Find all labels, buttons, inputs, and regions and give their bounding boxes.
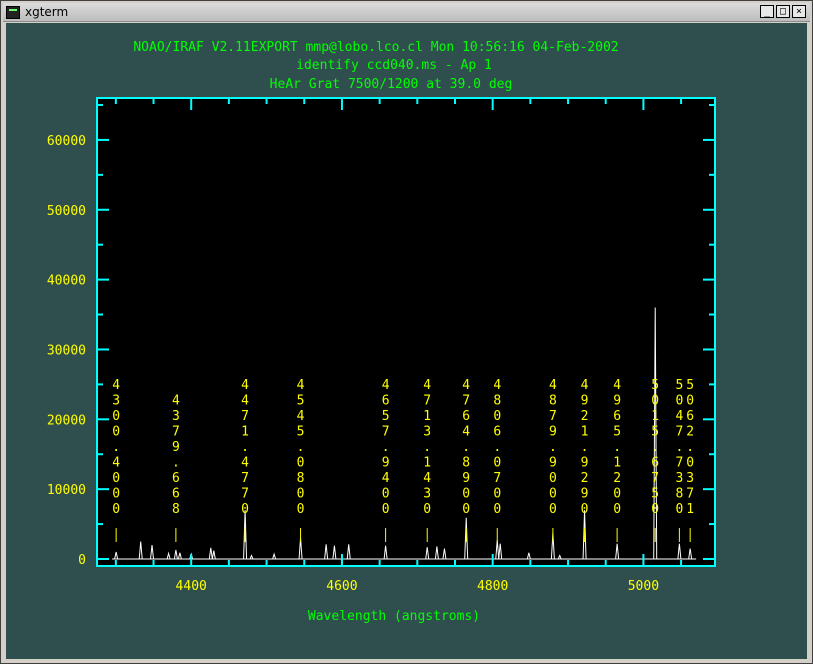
line-id-label: 4921.9290 [581,378,589,517]
y-tick-label: 50000 [47,204,86,219]
y-tick-label: 0 [78,553,86,568]
line-id-label: 5015.6750 [651,378,659,517]
line-id-label: 4965.1200 [613,378,621,517]
line-id-label: 5047.7380 [675,378,683,517]
x-tick-label: 5000 [628,579,659,594]
minimize-button[interactable]: _ [760,5,774,18]
line-id-label: 4713.1430 [423,378,431,517]
y-tick-label: 10000 [47,483,86,498]
header-line-3: HeAr Grat 7500/1200 at 39.0 deg [270,77,513,92]
y-tick-label: 20000 [47,413,86,428]
y-tick-label: 60000 [47,134,86,149]
window-title: xgterm [25,5,69,19]
line-id-label: 4471.4770 [241,378,249,517]
line-id-label: 4545.0800 [297,378,305,517]
x-tick-label: 4400 [176,579,207,594]
line-id-label: 4300.4000 [112,378,120,517]
line-id-label: 4764.8900 [462,378,470,517]
header-line-1: NOAO/IRAF V2.11EXPORT mmp@lobo.lco.cl Mo… [133,40,618,55]
x-axis-label: Wavelength (angstroms) [308,609,480,624]
plot-area [97,98,715,566]
y-tick-label: 30000 [47,343,86,358]
terminal-icon[interactable] [6,6,20,19]
terminal-area[interactable]: NOAO/IRAF V2.11EXPORT mmp@lobo.lco.cl Mo… [6,23,807,659]
x-tick-label: 4600 [326,579,357,594]
y-tick-label: 40000 [47,274,86,289]
close-button[interactable]: × [792,5,806,18]
spectrum-plot: NOAO/IRAF V2.11EXPORT mmp@lobo.lco.cl Mo… [47,40,716,624]
line-id-label: 4657.9400 [382,378,390,517]
line-id-label: 5062.0371 [686,378,694,517]
line-id-label: 4879.9000 [549,378,557,517]
line-id-label: 4379.668 [172,394,180,518]
line-id-label: 4806.0700 [493,378,501,517]
x-tick-label: 4800 [477,579,508,594]
header-line-2: identify ccd040.ms - Ap 1 [296,58,492,73]
xgterm-window: xgterm _ □ × NOAO/IRAF V2.11EXPORT mmp@l… [0,0,813,664]
maximize-button[interactable]: □ [776,5,790,18]
title-bar[interactable]: xgterm _ □ × [3,3,810,22]
